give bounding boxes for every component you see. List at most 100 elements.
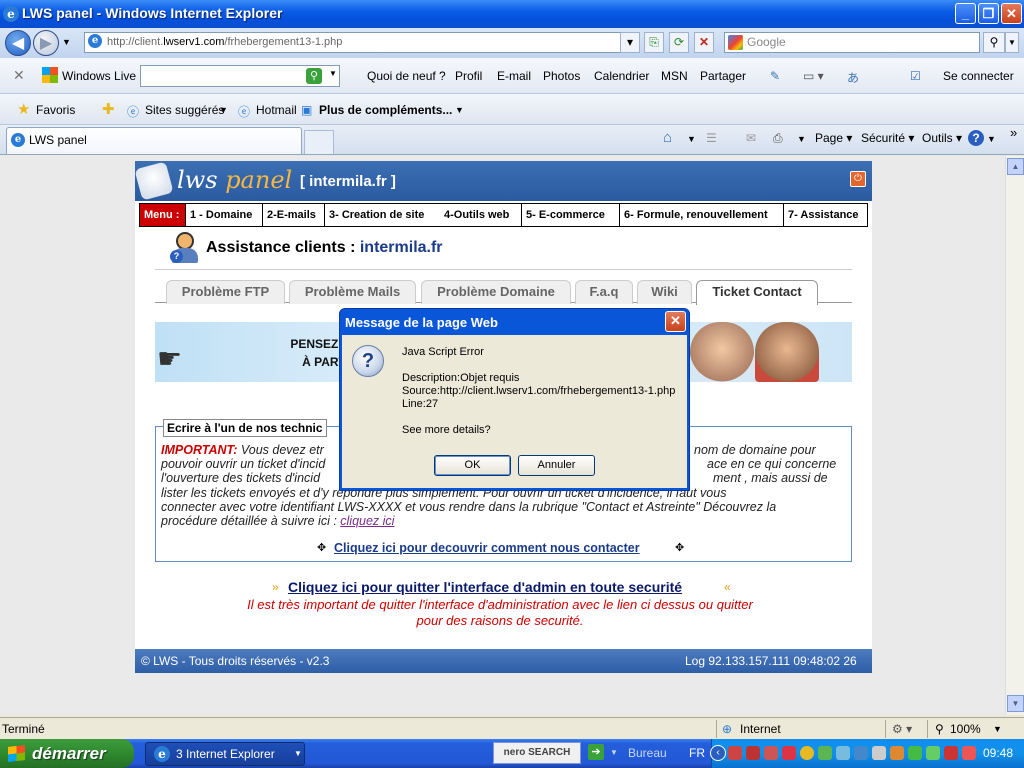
toolbar-overflow-icon[interactable]: » bbox=[1010, 125, 1017, 140]
live-search-input[interactable]: ⚲ ▼ bbox=[140, 65, 340, 87]
add-favorite-icon[interactable]: ✚ bbox=[102, 100, 115, 118]
tray-icon-7[interactable] bbox=[836, 746, 850, 760]
tray-icon-11[interactable] bbox=[908, 746, 922, 760]
tab-probleme-domaine[interactable]: Problème Domaine bbox=[421, 280, 571, 304]
taskbar-group-dropdown-icon[interactable]: ▼ bbox=[294, 743, 302, 765]
scroll-up-icon[interactable]: ▲ bbox=[1007, 158, 1024, 175]
protected-mode-icon[interactable]: ⚙ ▾ bbox=[892, 722, 912, 736]
tab-probleme-mails[interactable]: Problème Mails bbox=[289, 280, 416, 304]
tab-probleme-ftp[interactable]: Problème FTP bbox=[166, 280, 285, 304]
zoom-level[interactable]: 100% bbox=[950, 722, 981, 736]
security-menu[interactable]: Sécurité ▾ bbox=[861, 131, 914, 145]
live-item-photos[interactable]: Photos bbox=[543, 69, 580, 83]
desktop-toolbar[interactable]: Bureau bbox=[628, 746, 667, 760]
tab-ticket-contact[interactable]: Ticket Contact bbox=[696, 280, 818, 305]
forward-button[interactable]: ▶ bbox=[33, 30, 59, 56]
refresh-icon[interactable]: ⟳ bbox=[669, 32, 689, 53]
toolbar-dropdown-icon[interactable]: ▼ bbox=[610, 748, 618, 757]
menu-ecommerce[interactable]: 5- E-commerce bbox=[522, 204, 620, 226]
print-dropdown-icon[interactable]: ▼ bbox=[797, 134, 806, 144]
nero-go-icon[interactable]: ➔ bbox=[588, 744, 604, 760]
language-indicator[interactable]: FR bbox=[689, 746, 705, 760]
help-dropdown-icon[interactable]: ▼ bbox=[987, 134, 996, 144]
search-icon[interactable]: ⚲ bbox=[983, 32, 1005, 53]
taskbar-ie-group[interactable]: e 3 Internet Explorer ▼ bbox=[145, 742, 305, 766]
suggested-dropdown-icon[interactable]: ▼ bbox=[219, 105, 228, 115]
address-dropdown-icon[interactable]: ▾ bbox=[620, 32, 640, 53]
tray-icon-13[interactable] bbox=[944, 746, 958, 760]
live-search-dropdown-icon[interactable]: ▼ bbox=[329, 69, 337, 78]
vertical-scrollbar[interactable]: ▲ ▼ bbox=[1005, 156, 1024, 715]
zoom-icon[interactable]: ⚲ bbox=[935, 722, 944, 736]
tray-icon-14[interactable] bbox=[962, 746, 976, 760]
history-dropdown-icon[interactable]: ▼ bbox=[62, 37, 71, 47]
close-button[interactable]: ✕ bbox=[1001, 3, 1022, 24]
tools-menu[interactable]: Outils ▾ bbox=[922, 131, 962, 145]
tray-icon-4[interactable] bbox=[782, 746, 796, 760]
dialog-cancel-button[interactable]: Annuler bbox=[518, 455, 595, 476]
suggested-sites-link[interactable]: Sites suggérés bbox=[145, 103, 224, 117]
close-toolbar-icon[interactable]: ✕ bbox=[13, 67, 25, 84]
menu-domaine[interactable]: 1 - Domaine bbox=[186, 204, 263, 226]
home-icon[interactable]: ⌂ bbox=[663, 129, 672, 146]
menu-assistance[interactable]: 7- Assistance bbox=[784, 204, 868, 226]
favorites-button[interactable]: Favoris bbox=[36, 103, 75, 117]
stop-icon[interactable]: ✕ bbox=[694, 32, 714, 53]
address-bar[interactable]: e http://client.lwserv1.com/frhebergemen… bbox=[84, 32, 638, 53]
tray-icon-10[interactable] bbox=[890, 746, 904, 760]
dialog-ok-button[interactable]: OK bbox=[434, 455, 511, 476]
live-search-go-icon[interactable]: ⚲ bbox=[306, 68, 322, 84]
more-addons-dropdown-icon[interactable]: ▼ bbox=[455, 105, 464, 115]
home-dropdown-icon[interactable]: ▼ bbox=[687, 134, 696, 144]
search-input[interactable]: Google bbox=[724, 32, 980, 53]
restore-button[interactable]: ❐ bbox=[978, 3, 999, 24]
menu-formule[interactable]: 6- Formule, renouvellement bbox=[620, 204, 784, 226]
highlight-icon[interactable]: ✎ bbox=[770, 69, 780, 83]
tray-icon-6[interactable] bbox=[818, 746, 832, 760]
tray-icon-5[interactable] bbox=[800, 746, 814, 760]
dialog-close-button[interactable]: ✕ bbox=[665, 311, 686, 332]
tray-icon-2[interactable] bbox=[746, 746, 760, 760]
tab-faq[interactable]: F.a.q bbox=[575, 280, 633, 304]
minimize-button[interactable]: _ bbox=[955, 3, 976, 24]
zoom-dropdown-icon[interactable]: ▼ bbox=[993, 724, 1002, 734]
live-item-share[interactable]: Partager bbox=[700, 69, 746, 83]
hotmail-link[interactable]: Hotmail bbox=[256, 103, 297, 117]
feeds-icon[interactable]: ☰ bbox=[706, 131, 717, 145]
live-item-calendar[interactable]: Calendrier bbox=[594, 69, 649, 83]
form-fill-icon[interactable]: ▭ ▾ bbox=[803, 69, 824, 83]
search-options-icon[interactable]: ▼ bbox=[1005, 32, 1019, 53]
live-item-email[interactable]: E-mail bbox=[497, 69, 531, 83]
print-icon[interactable]: ⎙ bbox=[773, 131, 783, 146]
menu-outils-web[interactable]: 4-Outils web bbox=[440, 204, 522, 226]
tray-icon-1[interactable] bbox=[728, 746, 742, 760]
tab-wiki[interactable]: Wiki bbox=[637, 280, 692, 304]
tray-icon-3[interactable] bbox=[764, 746, 778, 760]
window-titlebar: e LWS panel - Windows Internet Explorer … bbox=[0, 0, 1024, 28]
menu-emails[interactable]: 2-E-mails bbox=[263, 204, 325, 226]
logout-power-icon[interactable]: ⏻ bbox=[850, 171, 866, 187]
compat-view-icon[interactable]: ⎘ bbox=[644, 32, 664, 53]
contact-link[interactable]: Cliquez ici pour decouvrir comment nous … bbox=[334, 541, 640, 555]
read-mail-icon[interactable]: ✉ bbox=[746, 131, 756, 145]
back-button[interactable]: ◀ bbox=[5, 30, 31, 56]
tray-icon-12[interactable] bbox=[926, 746, 940, 760]
live-item-whats-new[interactable]: Quoi de neuf ? bbox=[367, 69, 446, 83]
start-button[interactable]: démarrer bbox=[0, 739, 134, 768]
live-item-profile[interactable]: Profil bbox=[455, 69, 482, 83]
quit-admin-link[interactable]: Cliquez ici pour quitter l'interface d'a… bbox=[288, 579, 682, 595]
translate-icon[interactable]: あ bbox=[847, 69, 859, 86]
tray-expand-icon[interactable]: ‹ bbox=[710, 745, 726, 761]
help-icon[interactable]: ? bbox=[968, 130, 984, 146]
tab-lws-panel[interactable]: e LWS panel bbox=[6, 127, 302, 154]
new-tab-button[interactable] bbox=[304, 130, 334, 154]
tray-icon-9[interactable] bbox=[872, 746, 886, 760]
scroll-down-icon[interactable]: ▼ bbox=[1007, 695, 1024, 712]
page-menu[interactable]: Page ▾ bbox=[815, 131, 852, 145]
procedure-link[interactable]: cliquez ici bbox=[340, 514, 394, 528]
more-addons-link[interactable]: Plus de compléments... bbox=[319, 103, 452, 117]
live-item-msn[interactable]: MSN bbox=[661, 69, 688, 83]
sign-in-link[interactable]: Se connecter bbox=[943, 69, 1014, 83]
tray-icon-8[interactable] bbox=[854, 746, 868, 760]
nero-search-box[interactable]: nero SEARCH bbox=[493, 742, 581, 764]
